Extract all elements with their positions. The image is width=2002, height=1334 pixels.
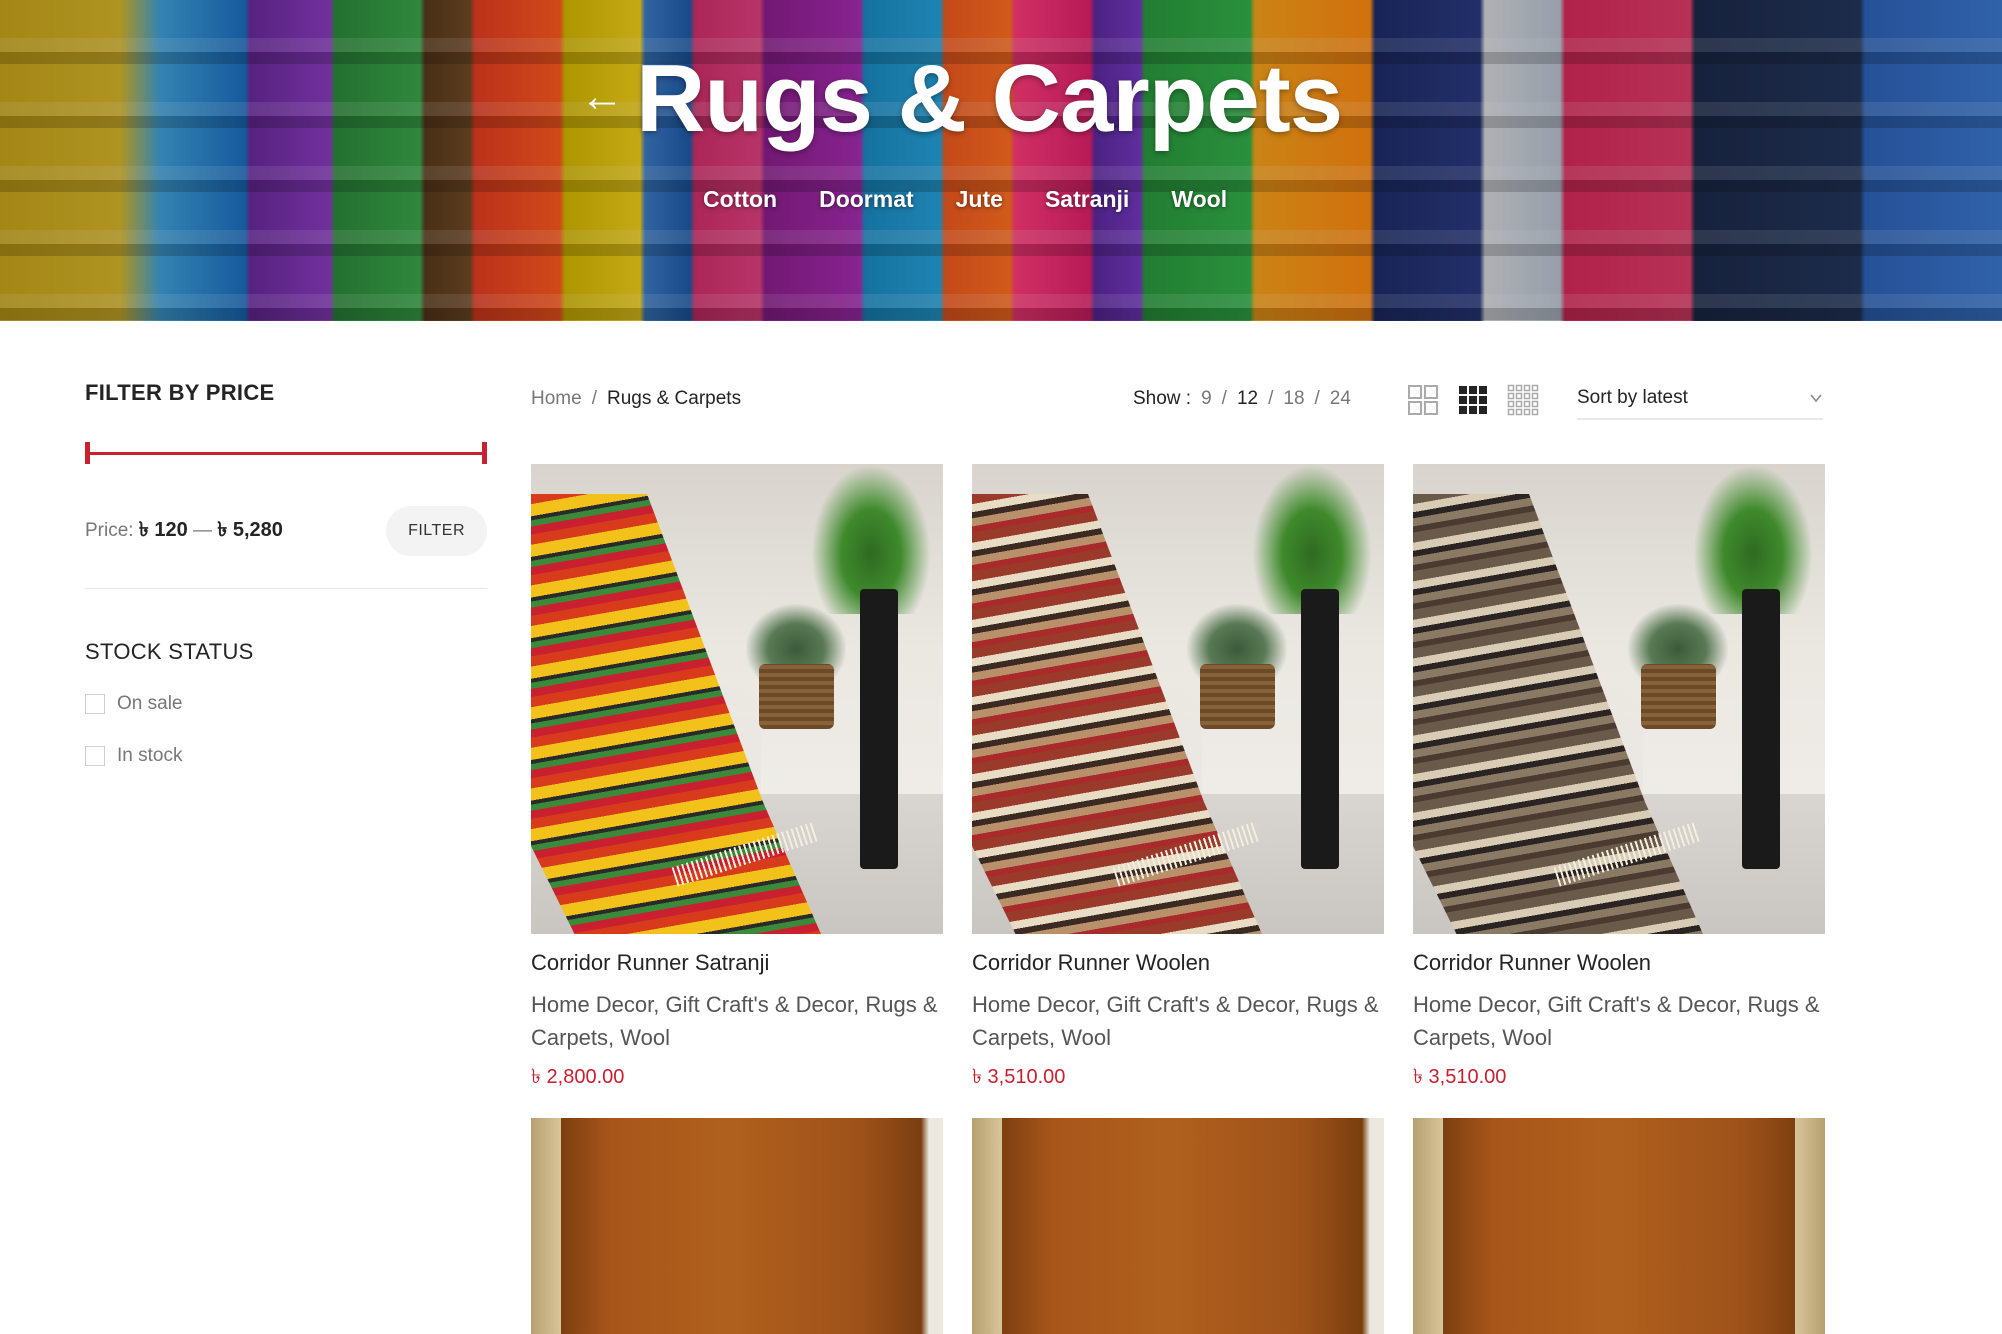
grid-3-columns-icon[interactable] [1457, 384, 1489, 416]
price-slider-track[interactable] [85, 452, 487, 455]
per-page-option-18[interactable]: 18 [1283, 388, 1304, 410]
page-title: Rugs & Carpets [636, 45, 1343, 152]
product-card [531, 1118, 943, 1334]
category-link[interactable]: Gift Craft's & Decor [1107, 992, 1295, 1017]
product-categories: Home Decor, Gift Craft's & Decor, Rugs &… [972, 992, 1379, 1050]
breadcrumb: Home / Rugs & Carpets [531, 388, 741, 410]
grid-view-switcher [1407, 384, 1539, 416]
category-link[interactable]: Home Decor [972, 992, 1094, 1017]
price-range-slider[interactable] [85, 442, 487, 466]
subcategory-nav: Cotton Doormat Jute Satranji Wool [0, 186, 2002, 213]
stock-option-in-stock[interactable]: In stock [85, 745, 487, 767]
sidebar-divider [85, 588, 487, 589]
product-price: ৳ 2,800.00 [531, 1066, 625, 1088]
product-price: ৳ 3,510.00 [1413, 1066, 1507, 1088]
price-max-value: ৳ 5,280 [217, 518, 283, 541]
per-page-separator: / [1268, 388, 1274, 409]
product-image[interactable] [972, 1118, 1384, 1334]
sort-select[interactable]: Sort by latest [1577, 378, 1823, 420]
product-title[interactable]: Corridor Runner Satranji [531, 950, 943, 976]
stock-status-title: STOCK STATUS [85, 639, 254, 664]
page-hero-banner: ← Rugs & Carpets Cotton Doormat Jute Sat… [0, 0, 2002, 321]
per-page-option-24[interactable]: 24 [1330, 388, 1351, 410]
price-range-text: Price: ৳ 120 — ৳ 5,280 [85, 515, 283, 548]
category-link[interactable]: Home Decor [1413, 992, 1535, 1017]
breadcrumb-home-link[interactable]: Home [531, 388, 582, 410]
subcategory-link-cotton[interactable]: Cotton [703, 186, 777, 213]
back-arrow-icon[interactable]: ← [580, 72, 624, 122]
product-card: Corridor Runner Satranji Home Decor, Gif… [531, 464, 943, 1095]
per-page-option-9[interactable]: 9 [1201, 388, 1212, 410]
category-link[interactable]: Wool [1502, 1025, 1552, 1050]
grid-4-columns-icon[interactable] [1507, 384, 1539, 416]
product-image[interactable] [1413, 1118, 1825, 1334]
product-image[interactable] [972, 464, 1384, 934]
category-link[interactable]: Wool [1061, 1025, 1111, 1050]
price-slider-min-handle[interactable] [85, 442, 90, 464]
category-link[interactable]: Wool [620, 1025, 670, 1050]
category-link[interactable]: Carpets [1413, 1025, 1490, 1050]
product-card: Corridor Runner Woolen Home Decor, Gift … [1413, 464, 1825, 1095]
in-stock-checkbox[interactable] [85, 746, 105, 766]
subcategory-link-wool[interactable]: Wool [1171, 186, 1227, 213]
per-page-separator: / [1314, 388, 1320, 409]
product-price: ৳ 3,510.00 [972, 1066, 1066, 1088]
in-stock-label[interactable]: In stock [117, 745, 182, 767]
price-min-value: ৳ 120 [138, 518, 188, 541]
price-separator: — [193, 519, 213, 541]
breadcrumb-separator: / [591, 388, 597, 409]
product-card [1413, 1118, 1825, 1334]
subcategory-link-doormat[interactable]: Doormat [819, 186, 914, 213]
stock-option-on-sale[interactable]: On sale [85, 693, 487, 715]
product-card: Corridor Runner Woolen Home Decor, Gift … [972, 464, 1384, 1095]
sort-select-value: Sort by latest [1577, 387, 1688, 408]
category-link[interactable]: Rugs & [1306, 992, 1378, 1017]
on-sale-checkbox[interactable] [85, 694, 105, 714]
shop-sidebar: FILTER BY PRICE Price: ৳ 120 — ৳ 5,280 F… [85, 380, 487, 767]
per-page-selector: Show : 9 / 12 / 18 / 24 [1133, 388, 1351, 410]
product-image[interactable] [1413, 464, 1825, 934]
price-label: Price: [85, 519, 134, 541]
price-row: Price: ৳ 120 — ৳ 5,280 FILTER [85, 506, 487, 556]
show-label: Show : [1133, 388, 1192, 409]
chevron-down-icon [1810, 394, 1822, 403]
category-link[interactable]: Gift Craft's & Decor [666, 992, 854, 1017]
product-image[interactable] [531, 1118, 943, 1334]
product-title[interactable]: Corridor Runner Woolen [1413, 950, 1825, 976]
product-card [972, 1118, 1384, 1334]
price-slider-max-handle[interactable] [482, 442, 487, 464]
filter-price-title: FILTER BY PRICE [85, 380, 275, 405]
category-link[interactable]: Gift Craft's & Decor [1548, 992, 1736, 1017]
product-categories: Home Decor, Gift Craft's & Decor, Rugs &… [531, 992, 938, 1050]
category-link[interactable]: Rugs & [865, 992, 937, 1017]
per-page-separator: / [1221, 388, 1227, 409]
category-link[interactable]: Home Decor [531, 992, 653, 1017]
grid-2-columns-icon[interactable] [1407, 384, 1439, 416]
category-link[interactable]: Carpets [531, 1025, 608, 1050]
product-categories: Home Decor, Gift Craft's & Decor, Rugs &… [1413, 992, 1820, 1050]
subcategory-link-satranji[interactable]: Satranji [1045, 186, 1129, 213]
product-image[interactable] [531, 464, 943, 934]
filter-button[interactable]: FILTER [386, 506, 487, 556]
per-page-option-12[interactable]: 12 [1237, 388, 1258, 410]
subcategory-link-jute[interactable]: Jute [956, 186, 1003, 213]
category-link[interactable]: Carpets [972, 1025, 1049, 1050]
category-link[interactable]: Rugs & [1747, 992, 1819, 1017]
on-sale-label[interactable]: On sale [117, 693, 182, 715]
breadcrumb-current: Rugs & Carpets [606, 388, 742, 409]
product-title[interactable]: Corridor Runner Woolen [972, 950, 1384, 976]
